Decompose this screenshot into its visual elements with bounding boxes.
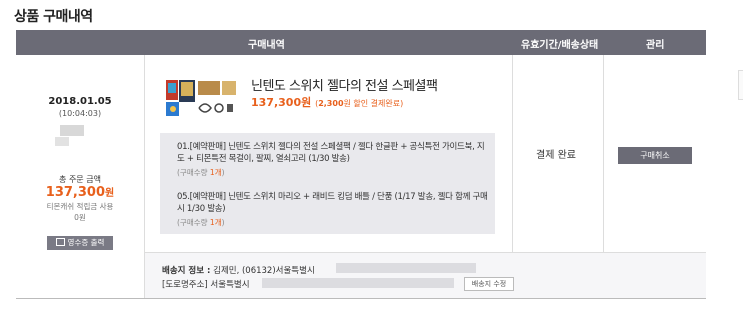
option-quantity: (구매수량 1개)	[177, 168, 225, 177]
option-item: 05.[예약판매] 닌텐도 스위치 마리오 + 래비드 킹덤 배틀 / 단품 (…	[177, 192, 488, 214]
redacted-address	[262, 278, 454, 288]
option-quantity: (구매수량 1개)	[177, 218, 225, 227]
option-item: 01.[예약판매] 닌텐도 스위치 젤다의 전설 스페셜팩 / 젤다 한글판 +…	[177, 142, 485, 164]
side-scroll-handle[interactable]	[738, 70, 743, 100]
header-manage: 관리	[646, 40, 665, 51]
product-options-box: 01.[예약판매] 닌텐도 스위치 젤다의 전설 스페셜팩 / 젤다 한글판 +…	[160, 133, 495, 234]
column-divider	[603, 55, 604, 252]
header-item: 구매내역	[248, 40, 285, 51]
points-label: 티몬캐쉬 적립금 사용	[46, 202, 114, 211]
redacted-order-number	[55, 137, 69, 146]
edit-shipping-button[interactable]: 배송지 수정	[464, 277, 514, 291]
redacted-address	[336, 263, 476, 273]
column-divider	[512, 55, 513, 252]
print-receipt-button[interactable]: 영수증 출력	[47, 236, 113, 250]
cancel-purchase-button[interactable]: 구매취소	[618, 147, 692, 164]
product-name[interactable]: 닌텐도 스위치 젤다의 전설 스페셜팩	[251, 75, 438, 94]
redacted-order-number	[60, 125, 84, 136]
header-status: 유효기간/배송상태	[521, 40, 599, 51]
product-price: 137,300원 (2,300원 할인 결제완료)	[251, 96, 404, 109]
order-status: 결제 완료	[536, 150, 576, 161]
order-time: (10:04:03)	[58, 109, 102, 118]
order-date: 2018.01.05	[48, 96, 112, 107]
table-header: 구매내역 유효기간/배송상태 관리	[16, 30, 706, 55]
product-image	[166, 80, 236, 116]
page-title: 상품 구매내역	[14, 9, 93, 25]
total-amount: 137,300원	[45, 185, 115, 200]
shipping-address-line1: 배송지 정보 : 김제민, (06132)서울특별시	[162, 266, 315, 276]
printer-icon	[55, 238, 65, 246]
shipping-address-line2: [도로명주소] 서울특별시	[162, 280, 250, 290]
points-value: 0원	[74, 213, 86, 222]
